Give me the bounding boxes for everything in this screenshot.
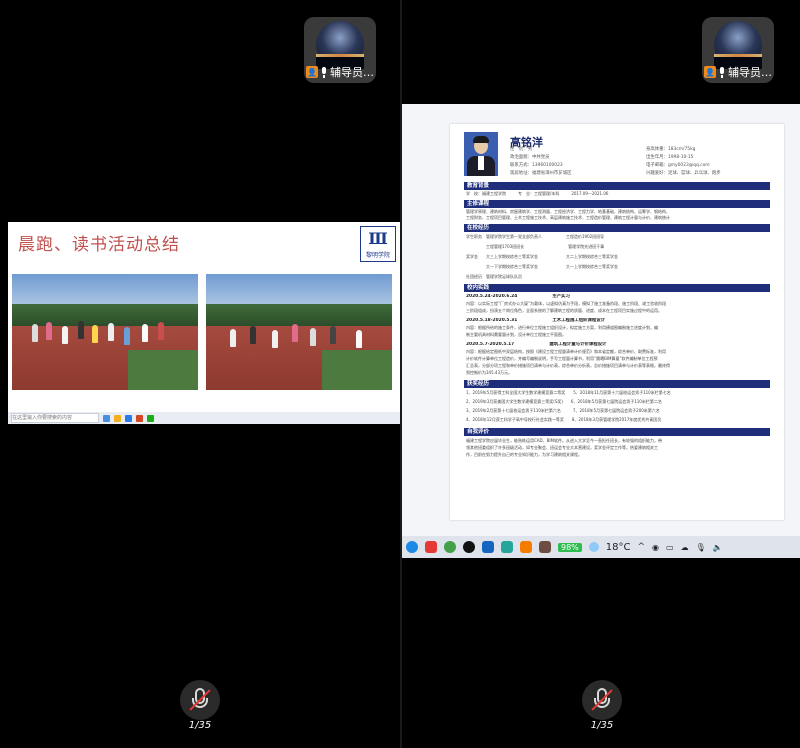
section-header: 校内实践 [464, 284, 770, 292]
info-line: 身高体重：183cm/75kg [646, 147, 696, 152]
section-header: 获奖经历 [464, 380, 770, 388]
host-badge-icon: 👤 [306, 66, 318, 78]
qq-icon [463, 541, 475, 553]
practice-line: 内容：根据所给的施工条件，进行单位工程施工组织设计，拟定施工方案，利用横道图编制… [466, 325, 658, 330]
network-icon: ◉ [652, 542, 660, 552]
battery-indicator: 98% [558, 542, 582, 552]
course-line: 工程财务、工程项目管理、土木工程施工技术、高层建筑施工技术、工程造价管理、建筑工… [466, 215, 670, 220]
education-line: 学 校：福建工程学院 专 业：工程管理/本科 2017.09—2021.06 [466, 191, 609, 196]
experience-line: 学生职务 管理学院学生第一党支部负责人 工程造价1902班班导 [466, 234, 605, 239]
mute-button[interactable] [180, 680, 220, 720]
practice-line: 三阶段组成，扮演五个岗位角色，全面系统的了解建筑工程的质量、进度、成本在工程项目… [466, 308, 662, 313]
temperature: 18°C [605, 541, 631, 553]
experience-line: 社团经历 管理学院足球队队员 [466, 274, 522, 279]
browser-icon [125, 414, 132, 422]
mail-icon [482, 541, 494, 553]
practice-line: 内容：根据给定图纸中双层结构，按照《建设工程工程量清单计价规范》和本省定额，综合… [466, 349, 666, 354]
taskbar-search-input: 在这里输入你要搜索的内容 [11, 413, 99, 423]
practice-line: 内容：以实际工程“厂房式办公大厦”为载体，以虚拟仿真为手段，模拟了施工准备阶段、… [466, 301, 667, 306]
task-view-icon [103, 414, 110, 422]
info-line: 现居地址：福建省漳州市芗城区 [510, 171, 572, 176]
browser-icon [444, 541, 456, 553]
section-header: 主修课程 [464, 200, 770, 208]
award-line: 1、2019年5月获得工科全国大学生数学建模竞赛二等奖 5、2018年11月获第… [466, 390, 671, 395]
practice-head: 2020.5.18-2020.5.31 土木工程施工组织课程设计 [466, 318, 606, 323]
mute-button[interactable] [582, 680, 622, 720]
app-icon [501, 541, 513, 553]
participant-thumbnail[interactable]: 👤 辅导员… [702, 17, 774, 83]
host-badge-icon: 👤 [704, 66, 716, 78]
browser-icon [406, 541, 418, 553]
right-video-pane[interactable]: 👤 辅导员… 高铭洋 性 别：男 政治面貌：中共党员 联系方式：13960100… [402, 0, 800, 748]
self-eval-line: 领其他班委组织了许多班级活动，如专业聚会、班运会专业大本营建设，奖学金评定工作等… [466, 445, 658, 450]
info-line: 出生年月：1998-10-15 [646, 155, 694, 160]
activity-photo [12, 274, 198, 390]
award-line: 2、2019年3月获美国大学生数学建模竞赛三等奖(S奖) 6、2018年5月获第… [466, 399, 662, 404]
section-header: 教育背景 [464, 182, 770, 190]
mic-icon [320, 66, 328, 78]
info-line: 性 别：男 [510, 147, 532, 152]
practice-line: 计价软件计算单位工程造价，并编写编制说明，手写工程量计算书，利用“晨曦BIM算量… [466, 356, 658, 361]
experience-line: 大一下学期校综合三等奖学金 大一上学期校综合三等奖学金 [466, 264, 618, 269]
shared-slide: 晨跑、读书活动总结 Ⅲ 黎明学院 [8, 222, 400, 422]
page-counter: 1/35 [590, 720, 614, 731]
resume-photo [464, 132, 498, 176]
logo-text: 黎明学院 [365, 252, 390, 259]
info-line: 电子邮箱：gmy0023@qq.com [646, 163, 710, 168]
weather-icon [588, 542, 599, 552]
self-eval-line: 福建工程学院应届毕业生，能熟练运用CAD、BIM软件。从进入大学至今一直担任班长… [466, 438, 662, 443]
self-eval-line: 作，目前在努力提升自己的专业知识能力，为学习建筑相关课程。 [466, 452, 582, 457]
section-header: 自我评价 [464, 428, 770, 436]
participant-name: 辅导员… [728, 66, 772, 79]
shared-screen-taskbar: 98% 18°C ^ ◉ ▭ ☁ 🎙 🔈 [402, 536, 800, 558]
experience-line: 工程管理1703班班长 管理学院先进班干事 [466, 244, 605, 249]
left-video-pane[interactable]: 👤 辅导员… 晨跑、读书活动总结 Ⅲ 黎明学院 在这里输入你要搜索的内容 1/3… [0, 0, 400, 748]
info-line: 联系方式：13960100023 [510, 163, 563, 168]
practice-line: 到控制价为345.43万元。 [466, 370, 512, 375]
app-icon [520, 541, 532, 553]
participant-thumbnail[interactable]: 👤 辅导员… [304, 17, 376, 83]
battery-icon: ▭ [666, 542, 674, 552]
practice-line: 制主要机具材料需要量计划，设计单位工程施工平面图。 [466, 332, 566, 337]
volume-icon: 🔈 [712, 542, 723, 552]
award-line: 4、2018年12月获工科学子高中导校行社会实践一等奖 8、2018年3月获管理… [466, 417, 662, 422]
microphone-icon: 🎙 [695, 542, 706, 552]
page-counter: 1/35 [188, 720, 212, 731]
activity-photo [206, 274, 392, 390]
wechat-icon [147, 414, 154, 422]
powerpoint-icon [136, 414, 143, 422]
award-line: 3、2019年2月获第十七届校运会男子110米栏第六名 7、2018年5月获第七… [466, 408, 660, 413]
tray-expand-icon: ^ [637, 542, 646, 552]
resume-document: 高铭洋 性 别：男 政治面貌：中共党员 联系方式：13960100023 现居地… [450, 124, 784, 520]
folder-icon [114, 414, 121, 422]
info-line: 兴趣爱好：足球、篮球、乒乓球、跑步 [646, 171, 721, 176]
app-icon [539, 541, 551, 553]
participant-name: 辅导员… [330, 66, 374, 79]
avatar [714, 21, 762, 69]
section-header: 在校经历 [464, 224, 770, 232]
mic-icon [718, 66, 726, 78]
practice-head: 2020.5.24-2020.6.24 生产实习 [466, 294, 570, 299]
slide-title: 晨跑、读书活动总结 [18, 235, 180, 255]
shared-document-viewer: 高铭洋 性 别：男 政治面貌：中共党员 联系方式：13960100023 现居地… [402, 104, 800, 536]
info-line: 政治面貌：中共党员 [510, 155, 550, 160]
shared-screen-taskbar: 在这里输入你要搜索的内容 [8, 412, 400, 424]
avatar [316, 21, 364, 69]
logo-mark-icon: Ⅲ [368, 229, 388, 248]
experience-line: 奖学金 大三上学期校综合三等奖学金 大二上学期校综合三等奖学金 [466, 254, 618, 259]
practice-head: 2020.5.7-2020.5.17 建筑工程计量与计价课程设计 [466, 342, 607, 347]
practice-line: 汇总表，分部分项工程和单价措施项目清单与计价表，综合单价分析表，总价措施项目清单… [466, 363, 670, 368]
cloud-icon: ☁ [680, 542, 689, 552]
school-logo: Ⅲ 黎明学院 [360, 226, 396, 262]
app-icon [425, 541, 437, 553]
